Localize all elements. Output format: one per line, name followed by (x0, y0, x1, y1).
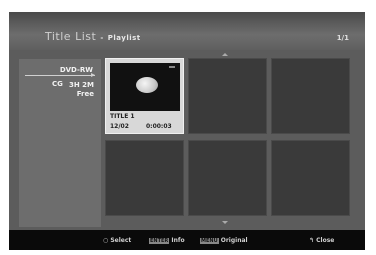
original-hint-label: Original (220, 237, 248, 244)
title-text: Title List (45, 30, 97, 43)
time-remaining: 3H 2M (68, 81, 94, 89)
info-hint: ENTER Info (149, 237, 185, 244)
disc-type-label: DVD-RW (59, 66, 93, 74)
select-icon: ○ (103, 237, 109, 244)
empty-slot (271, 58, 350, 134)
menu-key-icon: MENU (200, 238, 219, 244)
empty-slot (271, 140, 350, 216)
page-title: Title List - Playlist (45, 30, 141, 43)
info-hint-label: Info (171, 237, 185, 244)
disc-icon: CG (52, 80, 63, 88)
thumbnail-marker-icon (169, 66, 175, 68)
disc-info-panel: DVD-RW CG 3H 2M Free (19, 59, 101, 227)
scroll-down-icon (222, 221, 228, 224)
empty-slot (188, 58, 267, 134)
item-title: TITLE 1 (110, 113, 135, 120)
header-bar: Title List - Playlist 1/1 (9, 12, 365, 50)
item-date: 12/02 (110, 123, 129, 130)
return-icon: ↰ (309, 237, 315, 244)
title-thumbnail-item[interactable]: TITLE 1 12/02 0:00:03 (105, 58, 184, 134)
sidebar-divider (25, 73, 95, 77)
footer-bar: ○ Select ENTER Info MENU Original ↰ Clos… (9, 230, 365, 250)
empty-slot (105, 140, 184, 216)
free-label: Free (76, 90, 94, 98)
select-hint: ○ Select (103, 237, 131, 244)
original-hint: MENU Original (200, 237, 248, 244)
close-hint-label: Close (316, 237, 335, 244)
empty-slot (188, 140, 267, 216)
title-separator: - (100, 34, 104, 42)
enter-key-icon: ENTER (149, 238, 170, 244)
thumbnail-image (110, 63, 180, 111)
select-hint-label: Select (110, 237, 132, 244)
title-subtitle: Playlist (107, 34, 141, 42)
tv-screen: Title List - Playlist 1/1 DVD-RW CG 3H 2… (0, 0, 376, 255)
page-counter: 1/1 (336, 34, 349, 42)
title-grid: TITLE 1 12/02 0:00:03 (102, 56, 354, 220)
item-length: 0:00:03 (146, 123, 172, 130)
menu-panel: Title List - Playlist 1/1 DVD-RW CG 3H 2… (9, 12, 365, 250)
close-hint: ↰ Close (309, 237, 334, 244)
thumbnail-ball (136, 77, 158, 93)
